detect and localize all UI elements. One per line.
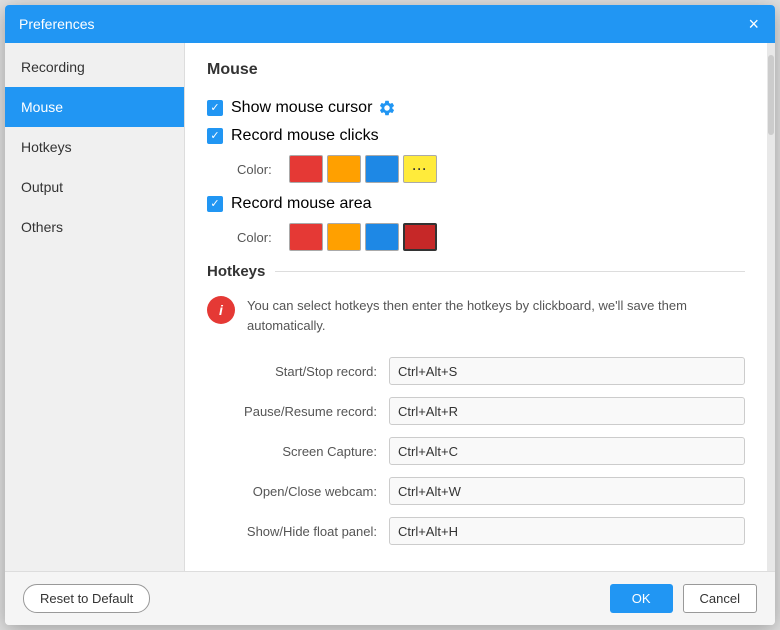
preferences-dialog: Preferences × Recording Mouse Hotkeys Ou…	[5, 5, 775, 625]
record-area-row: Record mouse area	[207, 195, 745, 213]
record-clicks-label: Record mouse clicks	[231, 127, 379, 145]
color-swatch-orange[interactable]	[327, 155, 361, 183]
color-swatch-blue[interactable]	[365, 155, 399, 183]
info-text: You can select hotkeys then enter the ho…	[247, 296, 745, 335]
hotkeys-section-title: Hotkeys	[207, 263, 745, 280]
gear-icon[interactable]	[378, 99, 396, 117]
color-swatch-red2[interactable]	[289, 223, 323, 251]
show-cursor-checkbox[interactable]	[207, 100, 223, 116]
content-area: Recording Mouse Hotkeys Output Others Mo…	[5, 43, 775, 571]
titlebar: Preferences ×	[5, 5, 775, 43]
color-swatch-orange2[interactable]	[327, 223, 361, 251]
hotkey-input-float-panel[interactable]	[389, 517, 745, 545]
sidebar-item-mouse[interactable]: Mouse	[5, 87, 184, 127]
sidebar-item-hotkeys[interactable]: Hotkeys	[5, 127, 184, 167]
record-area-label: Record mouse area	[231, 195, 372, 213]
hotkey-input-screen-capture[interactable]	[389, 437, 745, 465]
hotkey-input-pause-resume[interactable]	[389, 397, 745, 425]
btn-group: OK Cancel	[610, 584, 757, 613]
scrollbar-track[interactable]	[767, 43, 775, 571]
show-cursor-row: Show mouse cursor	[207, 99, 745, 117]
hotkey-label-webcam: Open/Close webcam:	[207, 484, 377, 499]
record-area-color-row: Color:	[237, 223, 745, 251]
color-label-1: Color:	[237, 162, 277, 177]
hotkey-label-float-panel: Show/Hide float panel:	[207, 524, 377, 539]
hotkey-row-pause-resume: Pause/Resume record:	[207, 397, 745, 425]
record-clicks-checkbox-wrap[interactable]: Record mouse clicks	[207, 127, 379, 145]
hotkey-label-start-stop: Start/Stop record:	[207, 364, 377, 379]
color-swatch-blue2[interactable]	[365, 223, 399, 251]
sidebar-item-output[interactable]: Output	[5, 167, 184, 207]
ok-button[interactable]: OK	[610, 584, 673, 613]
hotkey-input-webcam[interactable]	[389, 477, 745, 505]
show-cursor-checkbox-wrap[interactable]: Show mouse cursor	[207, 99, 372, 117]
mouse-section-title: Mouse	[207, 61, 745, 85]
sidebar: Recording Mouse Hotkeys Output Others	[5, 43, 185, 571]
scrollbar-thumb[interactable]	[768, 55, 774, 135]
color-label-2: Color:	[237, 230, 277, 245]
record-clicks-row: Record mouse clicks	[207, 127, 745, 145]
show-cursor-label: Show mouse cursor	[231, 99, 372, 117]
record-clicks-color-row: Color: ···	[237, 155, 745, 183]
hotkey-row-float-panel: Show/Hide float panel:	[207, 517, 745, 545]
main-with-scroll: Mouse Show mouse cursor Record mous	[185, 43, 775, 571]
hotkey-label-screen-capture: Screen Capture:	[207, 444, 377, 459]
dialog-title: Preferences	[19, 16, 94, 32]
hotkey-row-start-stop: Start/Stop record:	[207, 357, 745, 385]
cancel-button[interactable]: Cancel	[683, 584, 757, 613]
color-more-button[interactable]: ···	[403, 155, 437, 183]
sidebar-item-others[interactable]: Others	[5, 207, 184, 247]
hotkey-input-start-stop[interactable]	[389, 357, 745, 385]
close-button[interactable]: ×	[746, 15, 761, 33]
hotkey-label-pause-resume: Pause/Resume record:	[207, 404, 377, 419]
record-area-checkbox-wrap[interactable]: Record mouse area	[207, 195, 372, 213]
hotkey-row-webcam: Open/Close webcam:	[207, 477, 745, 505]
color-swatch-darkred[interactable]	[403, 223, 437, 251]
color-swatch-red[interactable]	[289, 155, 323, 183]
reset-button[interactable]: Reset to Default	[23, 584, 150, 613]
sidebar-item-recording[interactable]: Recording	[5, 47, 184, 87]
info-box: i You can select hotkeys then enter the …	[207, 292, 745, 339]
footer: Reset to Default OK Cancel	[5, 571, 775, 625]
record-clicks-checkbox[interactable]	[207, 128, 223, 144]
hotkey-row-screen-capture: Screen Capture:	[207, 437, 745, 465]
record-area-checkbox[interactable]	[207, 196, 223, 212]
main-content: Mouse Show mouse cursor Record mous	[185, 43, 767, 571]
info-icon: i	[207, 296, 235, 324]
